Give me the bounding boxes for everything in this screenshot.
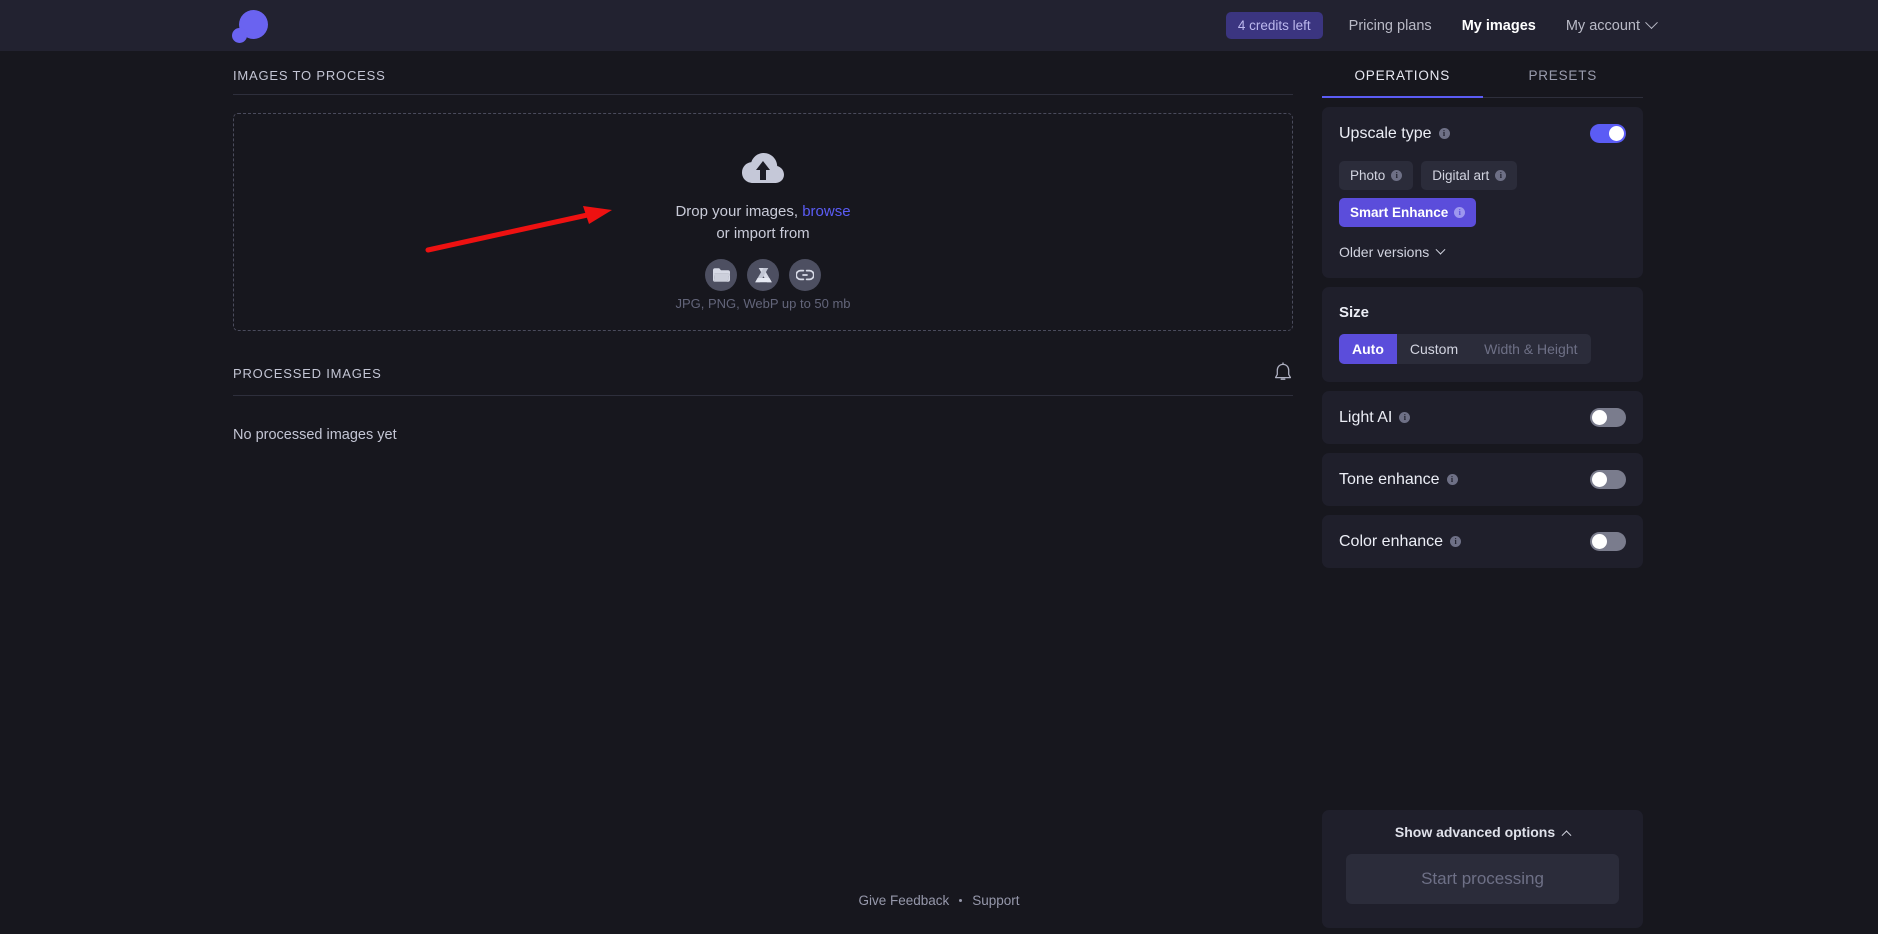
browse-link[interactable]: browse [802,203,850,220]
toggle-knob [1592,410,1607,425]
processed-images-title: PROCESSED IMAGES [233,365,382,381]
give-feedback-link[interactable]: Give Feedback [858,893,949,908]
toggle-knob [1592,534,1607,549]
upscale-type-card: Upscale type i Photo i Digital art i Sma… [1322,107,1643,278]
upscale-type-label-group: Upscale type i [1339,125,1450,143]
color-enhance-label: Color enhance [1339,532,1444,550]
info-icon[interactable]: i [1450,536,1462,547]
folder-icon[interactable] [705,259,737,291]
info-icon[interactable]: i [1446,474,1458,485]
upscale-type-toggle[interactable] [1590,124,1626,143]
info-icon[interactable]: i [1454,207,1466,218]
cloud-upload-icon [742,153,784,190]
tone-enhance-card: Tone enhance i [1322,453,1643,506]
size-option-width-height[interactable]: Width & Height [1471,334,1590,364]
link-icon[interactable] [789,259,821,291]
dropzone-prefix: Drop your images, [675,203,799,220]
older-versions-toggle[interactable]: Older versions [1339,244,1626,260]
toggle-knob [1609,126,1624,141]
panel-tabs: OPERATIONS PRESETS [1322,51,1643,98]
chevron-down-icon [1645,16,1658,30]
google-drive-icon[interactable] [747,259,779,291]
chip-smart-enhance[interactable]: Smart Enhance i [1339,198,1477,227]
tone-enhance-label: Tone enhance [1339,470,1440,488]
tone-enhance-header: Tone enhance i [1339,470,1626,489]
logo-circle-small [232,28,247,43]
file-format-note: JPG, PNG, WebP up to 50 mb [675,296,851,311]
tab-operations[interactable]: OPERATIONS [1322,51,1483,98]
nav-my-account-label: My account [1565,17,1640,34]
light-ai-card: Light AI i [1322,391,1643,444]
images-to-process-title: IMAGES TO PROCESS [233,68,386,83]
tone-enhance-toggle[interactable] [1590,470,1626,489]
size-option-auto[interactable]: Auto [1339,334,1397,364]
show-advanced-options-button[interactable]: Show advanced options [1346,824,1619,854]
notification-bell-icon[interactable] [1273,362,1293,384]
image-dropzone[interactable]: Drop your images, browse or import from [233,113,1293,331]
info-icon[interactable]: i [1391,170,1403,181]
operations-panel: OPERATIONS PRESETS Upscale type i Photo … [1322,51,1643,568]
size-card: Size Auto Custom Width & Height [1322,287,1643,382]
processed-images-header: PROCESSED IMAGES [233,331,1293,395]
nav-my-images[interactable]: My images [1462,18,1536,34]
support-link[interactable]: Support [972,893,1019,908]
color-enhance-toggle[interactable] [1590,532,1626,551]
chevron-up-icon [1561,829,1572,840]
tab-presets[interactable]: PRESETS [1483,51,1644,97]
nav-my-account[interactable]: My account [1565,16,1658,34]
size-label: Size [1339,304,1370,321]
light-ai-label-group: Light AI i [1339,408,1411,427]
panel-footer-actions: Show advanced options Start processing [1322,810,1643,928]
app-logo-icon[interactable] [232,8,268,44]
upscale-type-chips: Photo i Digital art i Smart Enhance i [1339,161,1626,227]
chevron-down-icon [1435,244,1446,255]
older-versions-label: Older versions [1339,244,1430,260]
dropzone-line-2: or import from [716,225,810,242]
size-option-custom[interactable]: Custom [1397,334,1471,364]
size-segmented-control: Auto Custom Width & Height [1339,334,1591,364]
chip-smart-enhance-label: Smart Enhance [1350,205,1449,220]
dropzone-line-1: Drop your images, browse [675,203,850,220]
info-icon[interactable]: i [1495,170,1507,181]
header-nav: 4 credits left Pricing plans My images M… [1225,0,1658,51]
credits-badge[interactable]: 4 credits left [1225,12,1323,39]
page-footer: Give Feedback Support [0,893,1878,908]
color-enhance-label-group: Color enhance i [1339,532,1462,551]
chip-photo-label: Photo [1350,168,1386,183]
color-enhance-card: Color enhance i [1322,515,1643,568]
light-ai-header: Light AI i [1339,408,1626,427]
chip-digital-art[interactable]: Digital art i [1421,161,1518,190]
nav-pricing-plans[interactable]: Pricing plans [1349,18,1432,34]
import-sources [705,259,821,291]
chip-digital-art-label: Digital art [1432,168,1490,183]
main-content: IMAGES TO PROCESS Drop your images, brow… [233,51,1293,443]
chip-photo[interactable]: Photo i [1339,161,1414,190]
light-ai-toggle[interactable] [1590,408,1626,427]
app-header: 4 credits left Pricing plans My images M… [0,0,1878,51]
upscale-type-header: Upscale type i [1339,124,1626,143]
info-icon[interactable]: i [1438,128,1450,139]
toggle-knob [1592,472,1607,487]
light-ai-label: Light AI [1339,408,1393,426]
show-advanced-options-label: Show advanced options [1394,824,1556,840]
divider [233,94,1293,95]
info-icon[interactable]: i [1399,412,1411,423]
processed-empty-state: No processed images yet [233,427,397,443]
footer-separator-dot [959,899,963,902]
color-enhance-header: Color enhance i [1339,532,1626,551]
tone-enhance-label-group: Tone enhance i [1339,471,1458,489]
upscale-type-label: Upscale type [1339,124,1432,142]
